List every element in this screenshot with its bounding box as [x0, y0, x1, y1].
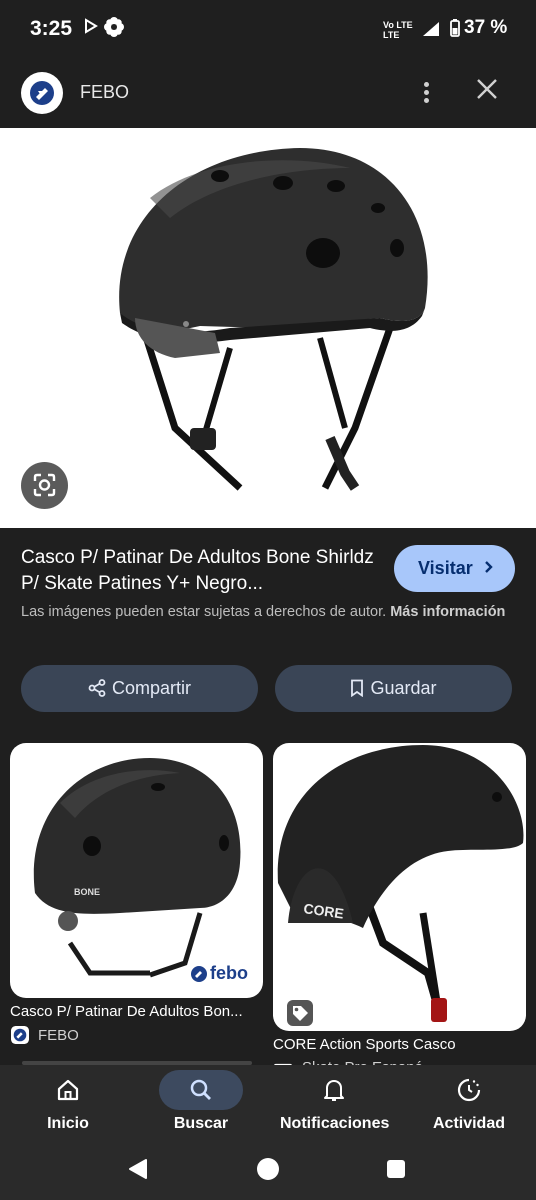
site-logo — [21, 72, 63, 114]
battery-percent: 37 % — [464, 17, 508, 38]
nav-activity[interactable]: Actividad — [426, 1065, 512, 1133]
related-card-1[interactable]: BONE febo — [10, 743, 263, 998]
lens-icon — [33, 473, 56, 497]
nav-home[interactable]: Inicio — [26, 1065, 110, 1133]
activity-icon — [457, 1078, 481, 1102]
related-image-2: CORE — [277, 745, 524, 1022]
febo-favicon-icon — [11, 1026, 29, 1044]
copyright-text: Las imágenes pueden estar sujetas a dere… — [21, 604, 387, 620]
lens-header: FEBO — [0, 60, 536, 128]
flower-icon — [103, 16, 125, 43]
battery-icon — [450, 19, 460, 42]
search-icon — [190, 1079, 211, 1100]
nav-search[interactable]: Buscar — [159, 1065, 243, 1133]
save-label: Guardar — [370, 678, 437, 698]
related-image-1: BONE — [33, 758, 241, 978]
chevron-right-icon — [484, 561, 493, 573]
related-caption-1[interactable]: Casco P/ Patinar De Adultos Bon... — [10, 1003, 263, 1020]
copyright-notice: Las imágenes pueden estar sujetas a dere… — [21, 602, 521, 623]
nav-notifications[interactable]: Notificaciones — [280, 1065, 390, 1133]
network-label: Vo LTE — [383, 20, 413, 30]
bell-icon — [324, 1080, 344, 1101]
nav-search-label: Buscar — [173, 1115, 229, 1132]
home-button-icon[interactable] — [256, 1157, 280, 1181]
more-options-icon[interactable] — [424, 82, 430, 106]
related-brand-mark-1: BONE — [74, 887, 100, 897]
share-label: Compartir — [111, 678, 191, 698]
nav-activity-label: Actividad — [432, 1115, 505, 1132]
play-icon — [84, 18, 98, 39]
system-navigation — [0, 1145, 536, 1200]
related-source-1: FEBO — [38, 1027, 79, 1044]
febo-watermark-icon — [191, 966, 207, 982]
bookmark-icon — [351, 679, 364, 698]
share-button[interactable]: Compartir — [21, 665, 258, 712]
more-info-link[interactable]: Más información — [390, 604, 505, 620]
signal-icon — [422, 21, 440, 42]
status-time: 3:25 — [30, 17, 73, 40]
save-button[interactable]: Guardar — [275, 665, 512, 712]
lens-search-button[interactable] — [21, 462, 68, 509]
bottom-navigation: Inicio Buscar Notificaciones Actividad — [0, 1065, 536, 1145]
visit-button[interactable]: Visitar — [394, 545, 515, 592]
visit-label: Visitar — [418, 558, 473, 578]
price-tag-icon — [287, 1000, 313, 1026]
related-card-2[interactable]: CORE — [273, 743, 526, 1031]
site-name: FEBO — [80, 82, 130, 102]
status-bar: 3:25 Vo LTE LTE 37 % — [0, 0, 536, 60]
home-icon — [57, 1079, 79, 1101]
share-icon — [88, 679, 106, 697]
network-label-2: LTE — [383, 30, 400, 40]
febo-watermark: febo — [210, 963, 248, 983]
related-caption-2[interactable]: CORE Action Sports Casco — [273, 1036, 526, 1053]
recents-icon[interactable] — [386, 1159, 406, 1179]
nav-notifications-label: Notificaciones — [280, 1115, 390, 1132]
nav-home-label: Inicio — [47, 1115, 89, 1132]
result-title: Casco P/ Patinar De Adultos Bone Shirldz… — [21, 547, 374, 594]
back-icon[interactable] — [128, 1158, 148, 1180]
network-indicator: Vo LTE LTE — [383, 20, 413, 40]
helmet-image — [119, 148, 428, 491]
result-image[interactable] — [0, 128, 536, 528]
close-icon[interactable] — [476, 76, 498, 106]
